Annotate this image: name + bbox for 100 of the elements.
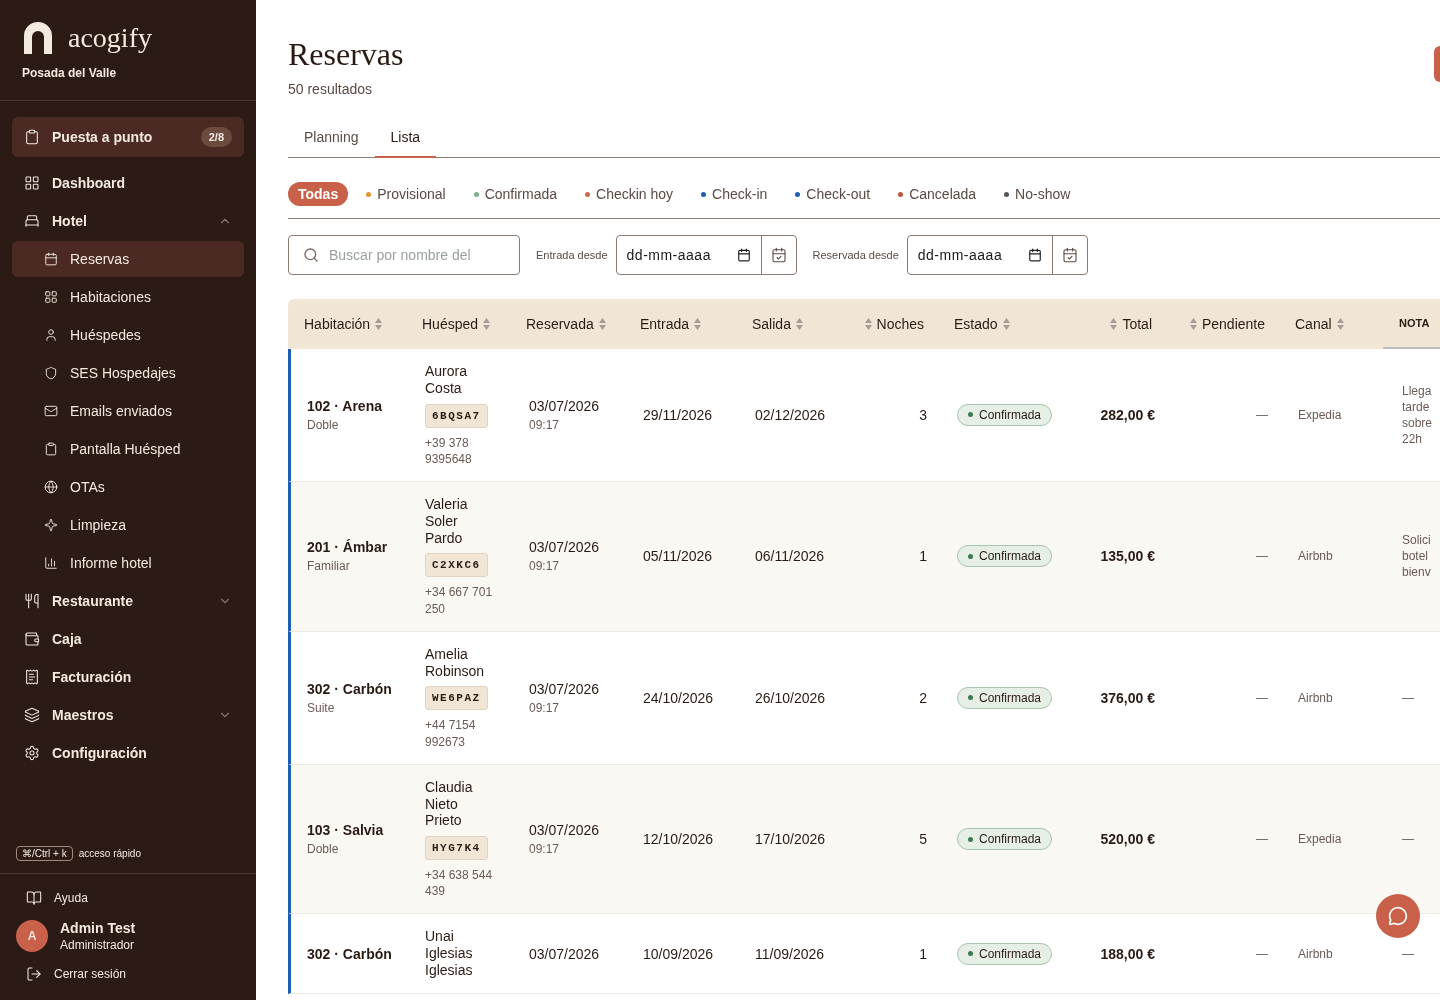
nav-item[interactable]: Emails enviados	[12, 393, 244, 429]
booking-code: 6BQSA7	[425, 403, 488, 428]
channel-name: Expedia	[1298, 832, 1342, 847]
nav-item[interactable]: Configuración	[12, 735, 244, 771]
column-header[interactable]: Pendiente	[1166, 299, 1279, 349]
status-filter[interactable]: Check-in	[691, 182, 778, 206]
booking-note: Llega tarde sobre 22h	[1402, 382, 1432, 448]
room-label: 102 · Arena	[307, 398, 382, 414]
nav-item[interactable]: Hotel	[12, 203, 244, 239]
booking-code: HYG7K4	[425, 836, 488, 861]
booking-note: —	[1402, 831, 1414, 848]
checkin-date: 24/10/2026	[643, 689, 714, 706]
reserved-date: 03/07/2026	[529, 398, 600, 414]
shortcut-label: acceso rápido	[78, 848, 141, 859]
pending-amount: —	[1256, 946, 1268, 961]
setup-button[interactable]: Puesta a punto 2/8	[12, 117, 244, 157]
nav-item[interactable]: Informe hotel	[12, 545, 244, 581]
nav-icon	[44, 366, 58, 380]
status-filter[interactable]: Todas	[288, 182, 349, 206]
user-avatar: A	[16, 920, 48, 952]
status-filter[interactable]: Checkin hoy	[575, 182, 684, 206]
status-filter[interactable]: Provisional	[356, 182, 456, 206]
checkout-date: 17/10/2026	[755, 831, 826, 848]
view-tab[interactable]: Lista	[374, 119, 437, 158]
view-tab[interactable]: Planning	[288, 119, 375, 158]
column-header[interactable]: Huésped	[406, 299, 510, 349]
status-label: Confirmada	[979, 832, 1042, 847]
nav-item[interactable]: Pantalla Huésped	[12, 431, 244, 467]
booking-code: WE6PAZ	[425, 686, 488, 711]
date-field[interactable]: dd-mm-aaaa	[615, 235, 797, 275]
status-label: Confirmada	[979, 690, 1042, 705]
checkin-date: 10/09/2026	[643, 945, 714, 962]
column-header[interactable]: Reservada	[510, 299, 624, 349]
user-role: Administrador	[60, 938, 136, 952]
nav-icon	[24, 707, 40, 723]
help-link[interactable]: Ayuda	[16, 890, 240, 906]
guest-phone: +39 378 9395648	[425, 434, 473, 467]
nav-item[interactable]: Reservas	[12, 241, 244, 277]
status-filter[interactable]: Confirmada	[463, 182, 568, 206]
column-header[interactable]: Habitación	[288, 299, 406, 349]
nights-count: 1	[919, 945, 927, 962]
table-row[interactable]: 201 · Ámbar Familiar Valeria Soler Pardo C2XKC6 +34 667 701 250 03/07/2026 09:17 05/11/2026 06/11/2026 1 Confirmada 135,00 € — Airbnb Solici botel bienv	[288, 481, 1440, 632]
reserved-time: 09:17	[529, 842, 560, 857]
logout-button[interactable]: Cerrar sesión	[16, 966, 240, 982]
checkout-date: 06/11/2026	[755, 548, 825, 565]
date-filter-label: Entrada desde	[536, 249, 608, 261]
booking-note: —	[1402, 689, 1414, 706]
shortcut-key: ⌘/Ctrl + k	[16, 846, 73, 861]
nav-item[interactable]: Habitaciones	[12, 279, 244, 315]
pending-amount: —	[1256, 690, 1268, 705]
status-filter[interactable]: No-show	[994, 182, 1081, 206]
column-header[interactable]: Noches	[848, 299, 938, 349]
clipboard-icon	[24, 129, 40, 145]
nights-count: 1	[919, 548, 927, 565]
status-label: Confirmada	[979, 549, 1042, 564]
nav-icon	[44, 252, 58, 266]
column-header[interactable]: Salida	[736, 299, 848, 349]
guest-name: Valeria Soler Pardo	[425, 495, 468, 547]
checkout-date: 11/09/2026	[755, 945, 825, 962]
pending-amount: —	[1256, 549, 1268, 564]
channel-name: Airbnb	[1298, 946, 1333, 961]
column-header[interactable]: Canal	[1279, 299, 1383, 349]
nav-icon	[44, 518, 58, 532]
nav-icon	[44, 290, 58, 304]
nav-icon	[24, 593, 40, 609]
column-header[interactable]: Entrada	[624, 299, 736, 349]
date-input[interactable]: dd-mm-aaaa	[616, 247, 737, 263]
nav-item[interactable]: Facturación	[12, 659, 244, 695]
nav-icon	[24, 631, 40, 647]
nav-item[interactable]: Huéspedes	[12, 317, 244, 353]
nav-item[interactable]: Limpieza	[12, 507, 244, 543]
reserved-time: 09:17	[529, 559, 560, 574]
status-filter[interactable]: Check-out	[785, 182, 881, 206]
table-row[interactable]: 302 · Carbón Unai Iglesias Iglesias 03/07/2026 10/09/2026 11/09/2026 1 Confirmada 188,00 € — Airbnb —	[288, 914, 1440, 994]
nav-item[interactable]: OTAs	[12, 469, 244, 505]
sort-icon	[1002, 318, 1010, 330]
booking-note: —	[1402, 945, 1414, 962]
nav-icon	[44, 480, 58, 494]
nav-item[interactable]: SES Hospedajes	[12, 355, 244, 391]
nav-item[interactable]: Maestros	[12, 697, 244, 733]
date-field[interactable]: dd-mm-aaaa	[906, 235, 1088, 275]
room-label: 201 · Ámbar	[307, 539, 388, 556]
column-header[interactable]: Total	[1076, 299, 1166, 349]
room-label: 103 · Salvia	[307, 822, 384, 839]
search-input[interactable]: Buscar por nombre del	[327, 246, 501, 264]
search-field[interactable]: Buscar por nombre del	[288, 235, 520, 275]
guest-phone: +44 7154 992673	[425, 717, 477, 750]
calendar-icon	[1027, 248, 1042, 262]
date-input[interactable]: dd-mm-aaaa	[907, 247, 1028, 263]
table-row[interactable]: 302 · Carbón Suite Amelia Robinson WE6PAZ +44 7154 992673 03/07/2026 09:17 24/10/2026 26/10/2026 2 Confirmada 376,00 € — Airbnb —	[288, 631, 1440, 765]
nav-item[interactable]: Restaurante	[12, 583, 244, 619]
table-row[interactable]: 102 · Arena Doble Aurora Costa 6BQSA7 +39 378 9395648 03/07/2026 09:17 29/11/2026 02/12/2026 3 Confirmada 282,00 € — Expedia Llega tarde sobre 22h	[288, 349, 1440, 482]
brand-name: acogify	[68, 22, 152, 54]
nav-item[interactable]: Caja	[12, 621, 244, 657]
total-amount: 188,00 €	[1100, 945, 1155, 962]
table-row[interactable]: 103 · Salvia Doble Claudia Nieto Prieto HYG7K4 +34 638 544 439 03/07/2026 09:17 12/10/2026 17/10/2026 5 Confirmada 520,00 € — Expedia —	[288, 764, 1440, 915]
nav-item[interactable]: Dashboard	[12, 165, 244, 201]
column-header[interactable]: Estado	[938, 299, 1076, 349]
status-filter[interactable]: Cancelada	[888, 182, 987, 206]
total-amount: 520,00 €	[1100, 831, 1155, 848]
